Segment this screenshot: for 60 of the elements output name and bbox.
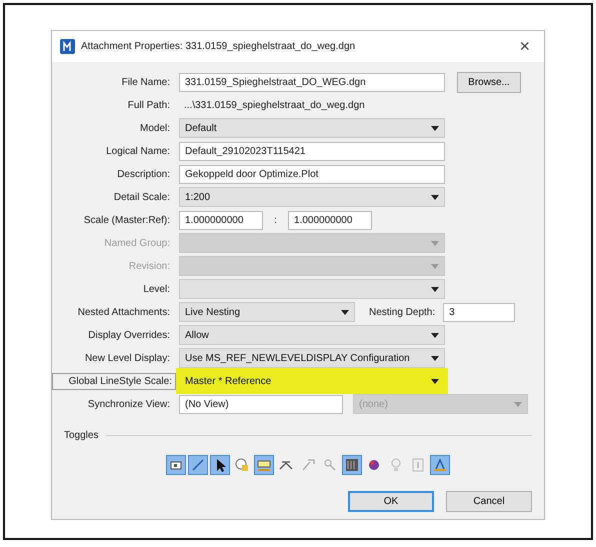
letter-icon: [432, 457, 448, 473]
toggle-button[interactable]: [188, 455, 208, 475]
dropdown[interactable]: Default: [179, 118, 445, 138]
dropdown[interactable]: 1:200: [179, 187, 445, 207]
window-title: Attachment Properties: 331.0159_spieghelstraat_do_weg.dgn: [81, 41, 356, 52]
toggle-button[interactable]: [430, 455, 450, 475]
path-text: ...\331.0159_spieghelstraat_do_weg.dgn: [183, 100, 365, 110]
app-logo-icon: [60, 39, 75, 54]
dropdown[interactable]: Allow: [179, 325, 445, 345]
field-label: New Level Display:: [84, 352, 171, 364]
caret-icon: [514, 402, 522, 406]
caret-icon: [341, 310, 349, 314]
group-title: Toggles: [64, 430, 98, 441]
field-label: File Name:: [120, 76, 171, 88]
dropdown[interactable]: Master * Reference: [179, 371, 445, 391]
caret-icon: [431, 286, 439, 292]
text-field[interactable]: Default_29102023T115421: [179, 142, 445, 160]
line-icon: [190, 457, 206, 473]
text-field[interactable]: 1.000000000: [288, 210, 372, 230]
caret-icon: [431, 332, 439, 338]
caret-icon: [431, 194, 439, 200]
field-label: Synchronize View:: [86, 398, 171, 410]
field-label: Nested Attachments:: [76, 306, 171, 318]
separator-text: :: [273, 214, 278, 226]
field-label: Global LineStyle Scale:: [52, 372, 176, 390]
ok-button[interactable]: OK: [348, 491, 434, 512]
close-button[interactable]: ×: [515, 36, 534, 57]
field-label: Logical Name:: [105, 146, 171, 156]
arrow-icon: [300, 457, 316, 473]
field-label: Scale (Master:Ref):: [82, 214, 171, 226]
text-field[interactable]: 331.0159_Spieghelstraat_DO_WEG.dgn: [179, 72, 445, 92]
field-label: Level:: [142, 284, 171, 294]
caret-icon: [431, 126, 439, 130]
toggle-button[interactable]: [210, 455, 230, 475]
field-label: Nesting Depth:: [369, 306, 436, 318]
field-label: Full Path:: [126, 100, 171, 110]
browse-button[interactable]: Browse...: [457, 72, 521, 92]
field-label: Detail Scale:: [112, 192, 171, 202]
toggle-button[interactable]: [342, 455, 362, 475]
text-field[interactable]: Gekoppeld door Optimize.Plot: [179, 164, 445, 184]
text-field[interactable]: 1.000000000: [179, 210, 263, 230]
text-field[interactable]: 3: [443, 302, 516, 322]
toggle-button[interactable]: [254, 455, 274, 475]
field-label: Display Overrides:: [87, 330, 171, 340]
ball-icon: [366, 457, 382, 473]
dropdown[interactable]: Use MS_REF_NEWLEVELDISPLAY Configuration: [179, 348, 445, 368]
caret-icon: [431, 240, 439, 246]
caret-icon: [431, 378, 439, 384]
dropdown[interactable]: Live Nesting: [179, 302, 355, 322]
field-label: Model:: [138, 122, 171, 134]
caret-icon: [431, 264, 439, 268]
field-label: Description:: [116, 168, 171, 180]
toggle-button[interactable]: [166, 455, 186, 475]
raster-icon: [344, 457, 360, 473]
cancel-button[interactable]: Cancel: [446, 491, 532, 512]
magnifier-icon: [322, 457, 338, 473]
field-label: Revision:: [128, 260, 171, 272]
field-label: Named Group:: [103, 238, 171, 248]
caret-icon: [431, 356, 439, 360]
text-field[interactable]: (No View): [179, 394, 343, 414]
